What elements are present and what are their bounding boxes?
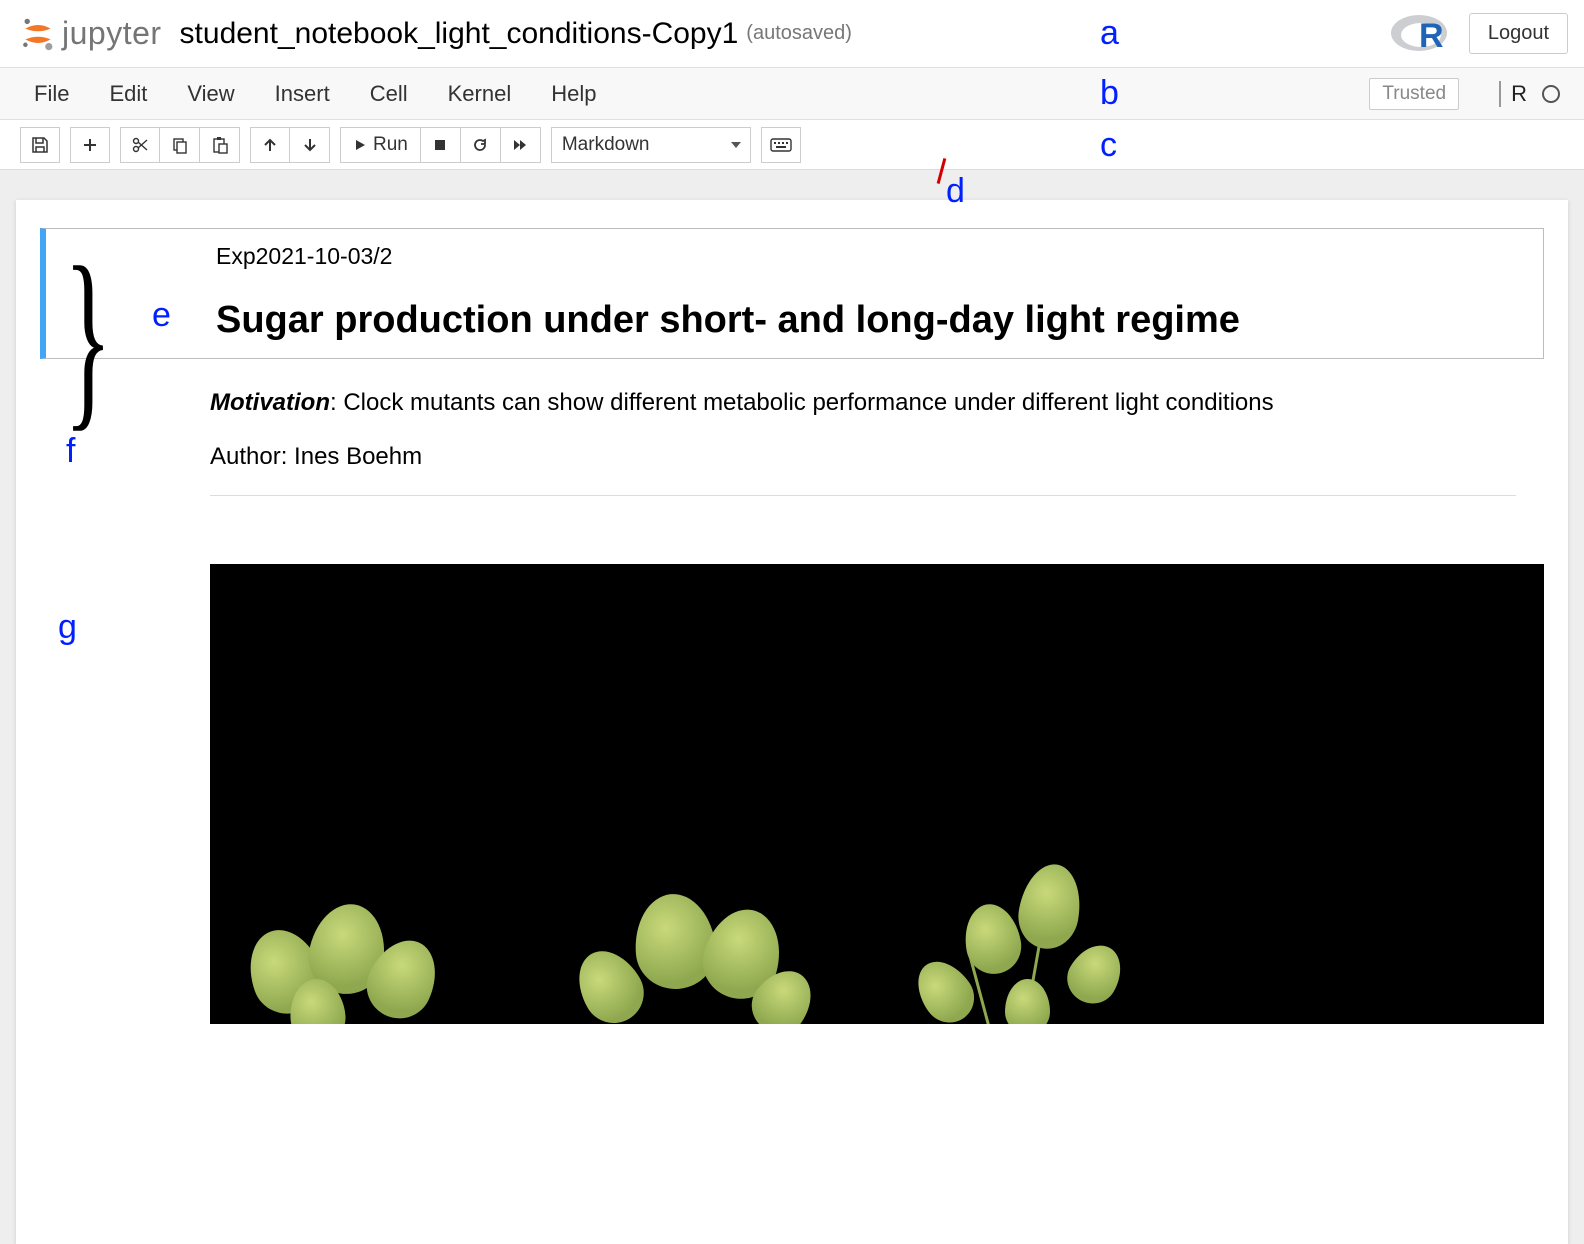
plus-icon bbox=[82, 137, 98, 153]
autosave-status: (autosaved) bbox=[746, 22, 852, 45]
cell-markdown-motivation[interactable]: Motivation: Clock mutants can show diffe… bbox=[40, 367, 1544, 538]
notebook-area: Exp2021-10-03/2 Sugar production under s… bbox=[0, 170, 1584, 1244]
menubar: File Edit View Insert Cell Kernel Help T… bbox=[0, 68, 1584, 120]
cell-image-plants[interactable] bbox=[40, 546, 1544, 1042]
restart-run-all-button[interactable] bbox=[501, 127, 541, 163]
move-down-button[interactable] bbox=[290, 127, 330, 163]
add-cell-button[interactable] bbox=[70, 127, 110, 163]
author-text: Author: Ines Boehm bbox=[210, 443, 1516, 471]
paste-icon bbox=[211, 136, 229, 154]
menu-view[interactable]: View bbox=[177, 73, 264, 115]
jupyter-logo[interactable]: jupyter bbox=[20, 15, 162, 52]
jupyter-word: jupyter bbox=[62, 15, 162, 52]
notebook-container: Exp2021-10-03/2 Sugar production under s… bbox=[16, 200, 1568, 1244]
menu-file[interactable]: File bbox=[24, 73, 99, 115]
menu-insert[interactable]: Insert bbox=[265, 73, 360, 115]
copy-icon bbox=[171, 136, 189, 154]
experiment-id: Exp2021-10-03/2 bbox=[216, 243, 1515, 270]
arrow-down-icon bbox=[302, 137, 318, 153]
kernel-name: R bbox=[1499, 81, 1536, 107]
cell-type-select[interactable]: Markdown bbox=[551, 127, 751, 163]
cell-markdown-title[interactable]: Exp2021-10-03/2 Sugar production under s… bbox=[40, 228, 1544, 359]
motivation-text: Motivation: Clock mutants can show diffe… bbox=[210, 385, 1516, 421]
command-palette-button[interactable] bbox=[761, 127, 801, 163]
cell-prompt bbox=[46, 229, 216, 358]
scissors-icon bbox=[131, 136, 149, 154]
trusted-indicator[interactable]: Trusted bbox=[1369, 78, 1459, 110]
run-button[interactable]: Run bbox=[340, 127, 421, 163]
svg-text:R: R bbox=[1419, 17, 1444, 55]
plant-image bbox=[210, 564, 1544, 1024]
save-icon bbox=[31, 136, 49, 154]
copy-button[interactable] bbox=[160, 127, 200, 163]
r-kernel-logo: R bbox=[1389, 7, 1453, 60]
menu-cell[interactable]: Cell bbox=[360, 73, 438, 115]
menu-kernel[interactable]: Kernel bbox=[438, 73, 542, 115]
divider bbox=[210, 495, 1516, 496]
save-button[interactable] bbox=[20, 127, 60, 163]
interrupt-button[interactable] bbox=[421, 127, 461, 163]
motivation-label: Motivation bbox=[210, 389, 330, 416]
stop-icon bbox=[433, 138, 447, 152]
notebook-title[interactable]: student_notebook_light_conditions-Copy1 bbox=[180, 17, 739, 51]
kernel-status-icon bbox=[1542, 85, 1560, 103]
notebook-h1-title: Sugar production under short- and long-d… bbox=[216, 298, 1515, 344]
cut-button[interactable] bbox=[120, 127, 160, 163]
toolbar: Run Markdown bbox=[0, 120, 1584, 170]
play-icon bbox=[353, 138, 367, 152]
run-label: Run bbox=[373, 134, 408, 156]
arrow-up-icon bbox=[262, 137, 278, 153]
logout-button[interactable]: Logout bbox=[1469, 13, 1568, 54]
restart-icon bbox=[472, 137, 488, 153]
jupyter-icon bbox=[20, 16, 56, 52]
header: jupyter student_notebook_light_condition… bbox=[0, 0, 1584, 68]
cell-prompt bbox=[40, 367, 210, 538]
keyboard-icon bbox=[770, 138, 792, 152]
restart-button[interactable] bbox=[461, 127, 501, 163]
menu-edit[interactable]: Edit bbox=[99, 73, 177, 115]
fast-forward-icon bbox=[512, 138, 528, 152]
move-up-button[interactable] bbox=[250, 127, 290, 163]
menu-help[interactable]: Help bbox=[541, 73, 626, 115]
paste-button[interactable] bbox=[200, 127, 240, 163]
cell-prompt bbox=[40, 546, 210, 1042]
